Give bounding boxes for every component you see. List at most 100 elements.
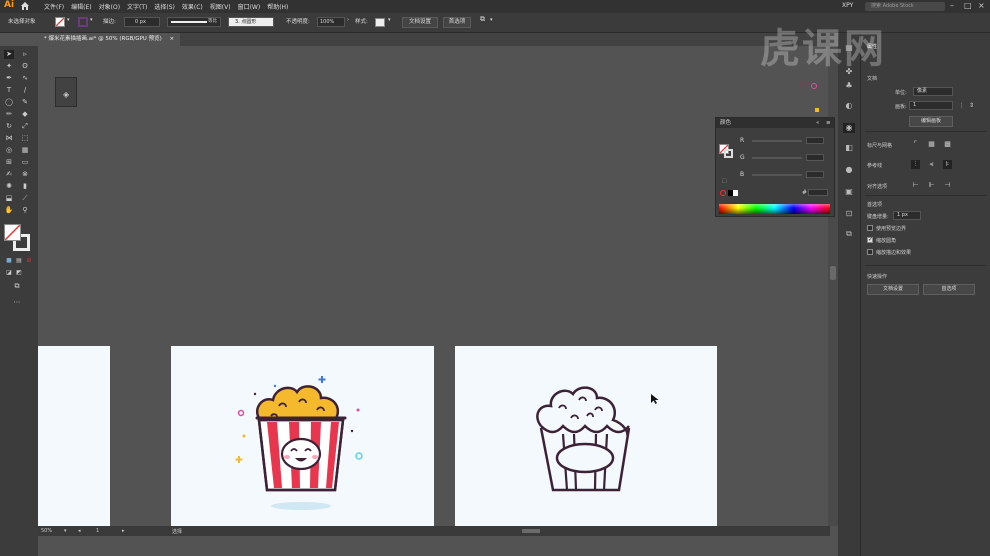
opacity-arrow-icon[interactable]: › <box>347 17 349 23</box>
symbol-sprayer-tool-icon[interactable]: ✺ <box>4 182 14 191</box>
transparency-panel-icon[interactable]: ▣ <box>843 187 855 197</box>
rotate-tool-icon[interactable]: ↻ <box>4 122 14 131</box>
scale-corners-checkbox[interactable]: ✓ <box>867 236 873 243</box>
artboard-options-icon[interactable]: ⋮ <box>957 101 966 110</box>
color-stroke-swatch[interactable] <box>724 149 733 158</box>
slice-tool-icon[interactable]: ⟋ <box>20 194 30 203</box>
keyboard-increment-input[interactable]: 1 px <box>893 211 921 220</box>
transform-panel-icon[interactable]: ⊡ <box>843 209 855 219</box>
fill-swatch[interactable] <box>55 17 65 27</box>
artboard-tool-icon[interactable]: ⬓ <box>4 194 14 203</box>
artboard-number[interactable]: 1 <box>96 528 99 534</box>
align-left-icon[interactable]: ⊢ <box>911 181 920 190</box>
ellipse-tool-icon[interactable]: ◯ <box>4 98 14 107</box>
variable-width-profile[interactable]: 等比 <box>167 17 221 27</box>
layers-stack-icon[interactable]: ◈ <box>63 90 69 99</box>
artboard-arrows-icon[interactable]: ⇕ <box>967 101 976 110</box>
appearance-panel-icon[interactable]: ◐ <box>843 101 855 111</box>
workspace-switcher[interactable]: XPY <box>842 2 853 9</box>
menu-edit[interactable]: 编辑(E) <box>71 2 91 11</box>
direct-selection-tool-icon[interactable]: ▹ <box>20 50 30 59</box>
edit-toolbar-icon[interactable]: ⋯ <box>12 298 22 307</box>
horizontal-scroll-thumb[interactable] <box>522 529 540 533</box>
collapsed-panel[interactable]: ◈ <box>55 77 77 107</box>
fill-color-box[interactable] <box>4 224 21 241</box>
opacity-input[interactable]: 100% <box>317 17 345 27</box>
properties-preferences-button[interactable]: 首选项 <box>923 284 975 295</box>
menu-help[interactable]: 帮助(H) <box>267 2 288 11</box>
gradient-tool-icon[interactable]: ▭ <box>20 158 30 167</box>
menu-type[interactable]: 文字(T) <box>127 2 147 11</box>
panel-menu-icon[interactable]: ≡ <box>826 118 831 128</box>
stroke-dropdown-icon[interactable]: ▾ <box>90 17 93 23</box>
units-select[interactable]: 像素 <box>913 87 953 96</box>
hand-tool-icon[interactable]: ✋ <box>4 206 14 215</box>
next-artboard-icon[interactable]: ▸ <box>122 528 125 534</box>
perspective-grid-tool-icon[interactable]: ▦ <box>20 146 30 155</box>
align-right-icon[interactable]: ⊣ <box>943 181 952 190</box>
lasso-tool-icon[interactable]: ʘ <box>20 62 30 71</box>
white-swatch[interactable] <box>733 190 738 196</box>
artboard-left-partial[interactable] <box>38 346 110 526</box>
column-graph-tool-icon[interactable]: ▮ <box>20 182 30 191</box>
stock-search-input[interactable]: 搜索 Adobe Stock <box>865 2 945 11</box>
scale-tool-icon[interactable]: ⤢ <box>20 122 30 131</box>
brush-definition-select[interactable]: 3. 点圆形 <box>228 17 274 27</box>
green-slider[interactable] <box>752 157 802 159</box>
type-tool-icon[interactable]: T <box>4 86 14 95</box>
guides-icon[interactable]: ⫶ <box>911 160 920 169</box>
web-color-icon[interactable]: ⬚ <box>722 178 727 184</box>
menu-window[interactable]: 窗口(W) <box>238 2 261 11</box>
pixel-grid-icon[interactable]: ▩ <box>943 140 952 149</box>
zoom-level[interactable]: 50% <box>41 528 52 534</box>
pencil-tool-icon[interactable]: ✏ <box>4 110 14 119</box>
screen-mode-icon[interactable]: ⧉ <box>12 282 22 291</box>
align-center-icon[interactable]: ⊩ <box>927 181 936 190</box>
stroke-weight-input[interactable]: 0 px <box>124 17 160 27</box>
close-window-icon[interactable]: × <box>978 1 985 10</box>
eraser-tool-icon[interactable]: ◆ <box>20 110 30 119</box>
menu-file[interactable]: 文件(F) <box>44 2 64 11</box>
minimize-icon[interactable]: – <box>950 1 954 10</box>
eyedropper-tool-icon[interactable]: ✍ <box>4 170 14 179</box>
artboard-select[interactable]: 1 <box>909 101 953 110</box>
document-tab[interactable]: * 爆米花素描插画.ai* @ 50% (RGB/GPU 预览) × <box>38 33 181 46</box>
gradient-mode-icon[interactable]: ▤ <box>14 256 24 265</box>
pathfinder-panel-icon[interactable]: ⧉ <box>843 229 855 239</box>
artboard-color-popcorn[interactable] <box>171 346 434 526</box>
symbols-panel-icon[interactable]: ♣ <box>843 81 855 91</box>
grid-icon[interactable]: ▦ <box>927 140 936 149</box>
arrange-dropdown-icon[interactable]: ▾ <box>490 17 493 23</box>
smart-guides-icon[interactable]: ⫷ <box>927 160 936 169</box>
zoom-tool-icon[interactable]: ⚲ <box>20 206 30 215</box>
paintbrush-tool-icon[interactable]: ✎ <box>20 98 30 107</box>
arrange-documents-icon[interactable]: ⧉ <box>480 15 485 24</box>
menu-select[interactable]: 选择(S) <box>154 2 175 11</box>
shape-builder-tool-icon[interactable]: ◎ <box>4 146 14 155</box>
color-spectrum[interactable] <box>719 204 830 214</box>
prev-artboard-icon[interactable]: ◂ <box>78 528 81 534</box>
scale-strokes-checkbox[interactable] <box>867 249 873 255</box>
zoom-dropdown-icon[interactable]: ▾ <box>64 528 67 534</box>
swatches-panel-icon[interactable]: ◧ <box>843 143 855 153</box>
preferences-button[interactable]: 首选项 <box>443 17 471 28</box>
fill-dropdown-icon[interactable]: ▾ <box>67 17 70 23</box>
snap-point-icon[interactable]: ⊧ <box>943 160 952 169</box>
preview-bounds-checkbox[interactable] <box>867 225 873 231</box>
free-transform-tool-icon[interactable]: ⬚ <box>20 134 30 143</box>
maximize-icon[interactable]: □ <box>964 1 972 10</box>
pen-tool-icon[interactable]: ✒ <box>4 74 14 83</box>
artboard-outline-popcorn[interactable] <box>455 346 717 526</box>
color-panel-header[interactable]: 颜色 « ≡ <box>716 118 834 128</box>
blend-tool-icon[interactable]: ⊗ <box>20 170 30 179</box>
vertical-scroll-thumb[interactable] <box>830 266 836 280</box>
style-dropdown-icon[interactable]: ▾ <box>388 17 391 23</box>
stroke-swatch[interactable] <box>78 17 88 27</box>
properties-document-setup-button[interactable]: 文档设置 <box>867 284 919 295</box>
panel-collapse-icon[interactable]: « <box>816 118 819 128</box>
close-tab-icon[interactable]: × <box>169 36 174 42</box>
blue-slider[interactable] <box>752 174 802 176</box>
curvature-tool-icon[interactable]: ∿ <box>20 74 30 83</box>
home-icon[interactable] <box>20 1 30 11</box>
none-color-icon[interactable] <box>720 190 726 196</box>
